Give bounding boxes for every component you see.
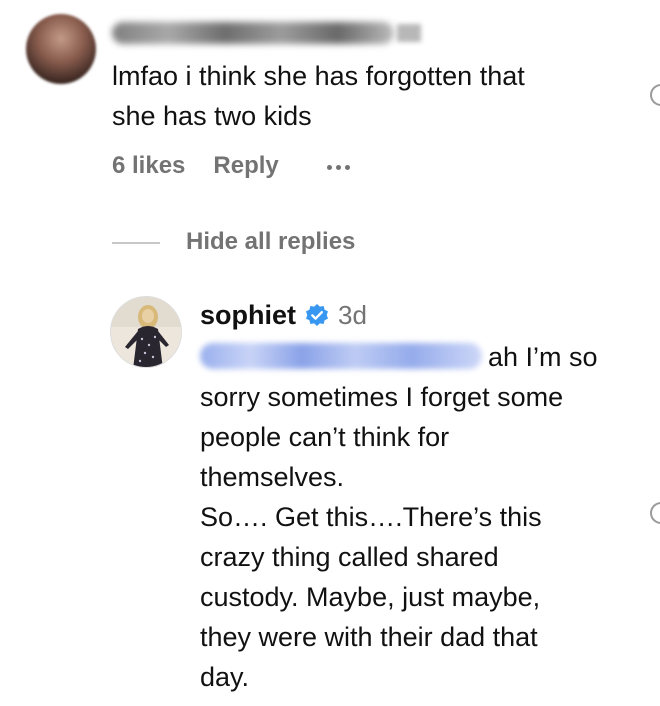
reply-text: sorry sometimes I forget some people can…	[200, 377, 640, 697]
verified-badge-icon	[304, 303, 330, 329]
comment-line: she has two kids	[112, 101, 312, 131]
reply-avatar-image	[111, 297, 181, 367]
reply-button[interactable]: Reply	[213, 152, 278, 180]
comment-line: lmfao i think she has forgotten that	[112, 61, 525, 91]
comment-thread: lmfao i think she has forgotten that she…	[0, 0, 660, 706]
reply-line: they were with their dad that	[200, 622, 538, 652]
reply-line: ah I’m so	[488, 342, 598, 372]
divider-line	[112, 242, 160, 244]
reply-line: themselves.	[200, 462, 345, 492]
more-dots-icon[interactable]	[326, 163, 350, 170]
comment-text: lmfao i think she has forgotten that she…	[112, 56, 632, 136]
like-heart-icon[interactable]	[650, 84, 660, 106]
commenter-avatar[interactable]	[26, 14, 96, 84]
reply-username[interactable]: sophiet	[200, 300, 296, 331]
reply-line: sorry sometimes I forget some	[200, 382, 564, 412]
reply-time: 3d	[338, 300, 367, 330]
commenter-time-redacted	[397, 24, 421, 42]
reply-line: crazy thing called shared	[200, 542, 499, 572]
reply-avatar[interactable]	[110, 296, 182, 368]
likes-count[interactable]: 6 likes	[112, 152, 185, 180]
reply-header: sophiet 3d	[200, 300, 367, 331]
reply-line: day.	[200, 662, 250, 692]
comment-meta: 6 likes Reply	[112, 152, 350, 180]
reply-line: people can’t think for	[200, 422, 450, 452]
like-heart-icon[interactable]	[650, 502, 660, 524]
reply-line: So…. Get this….There’s this	[200, 502, 542, 532]
commenter-username-redacted[interactable]	[112, 22, 394, 44]
hide-replies-button[interactable]: Hide all replies	[186, 228, 355, 256]
mention-link-redacted[interactable]	[200, 343, 482, 369]
reply-line: custody. Maybe, just maybe,	[200, 582, 541, 612]
